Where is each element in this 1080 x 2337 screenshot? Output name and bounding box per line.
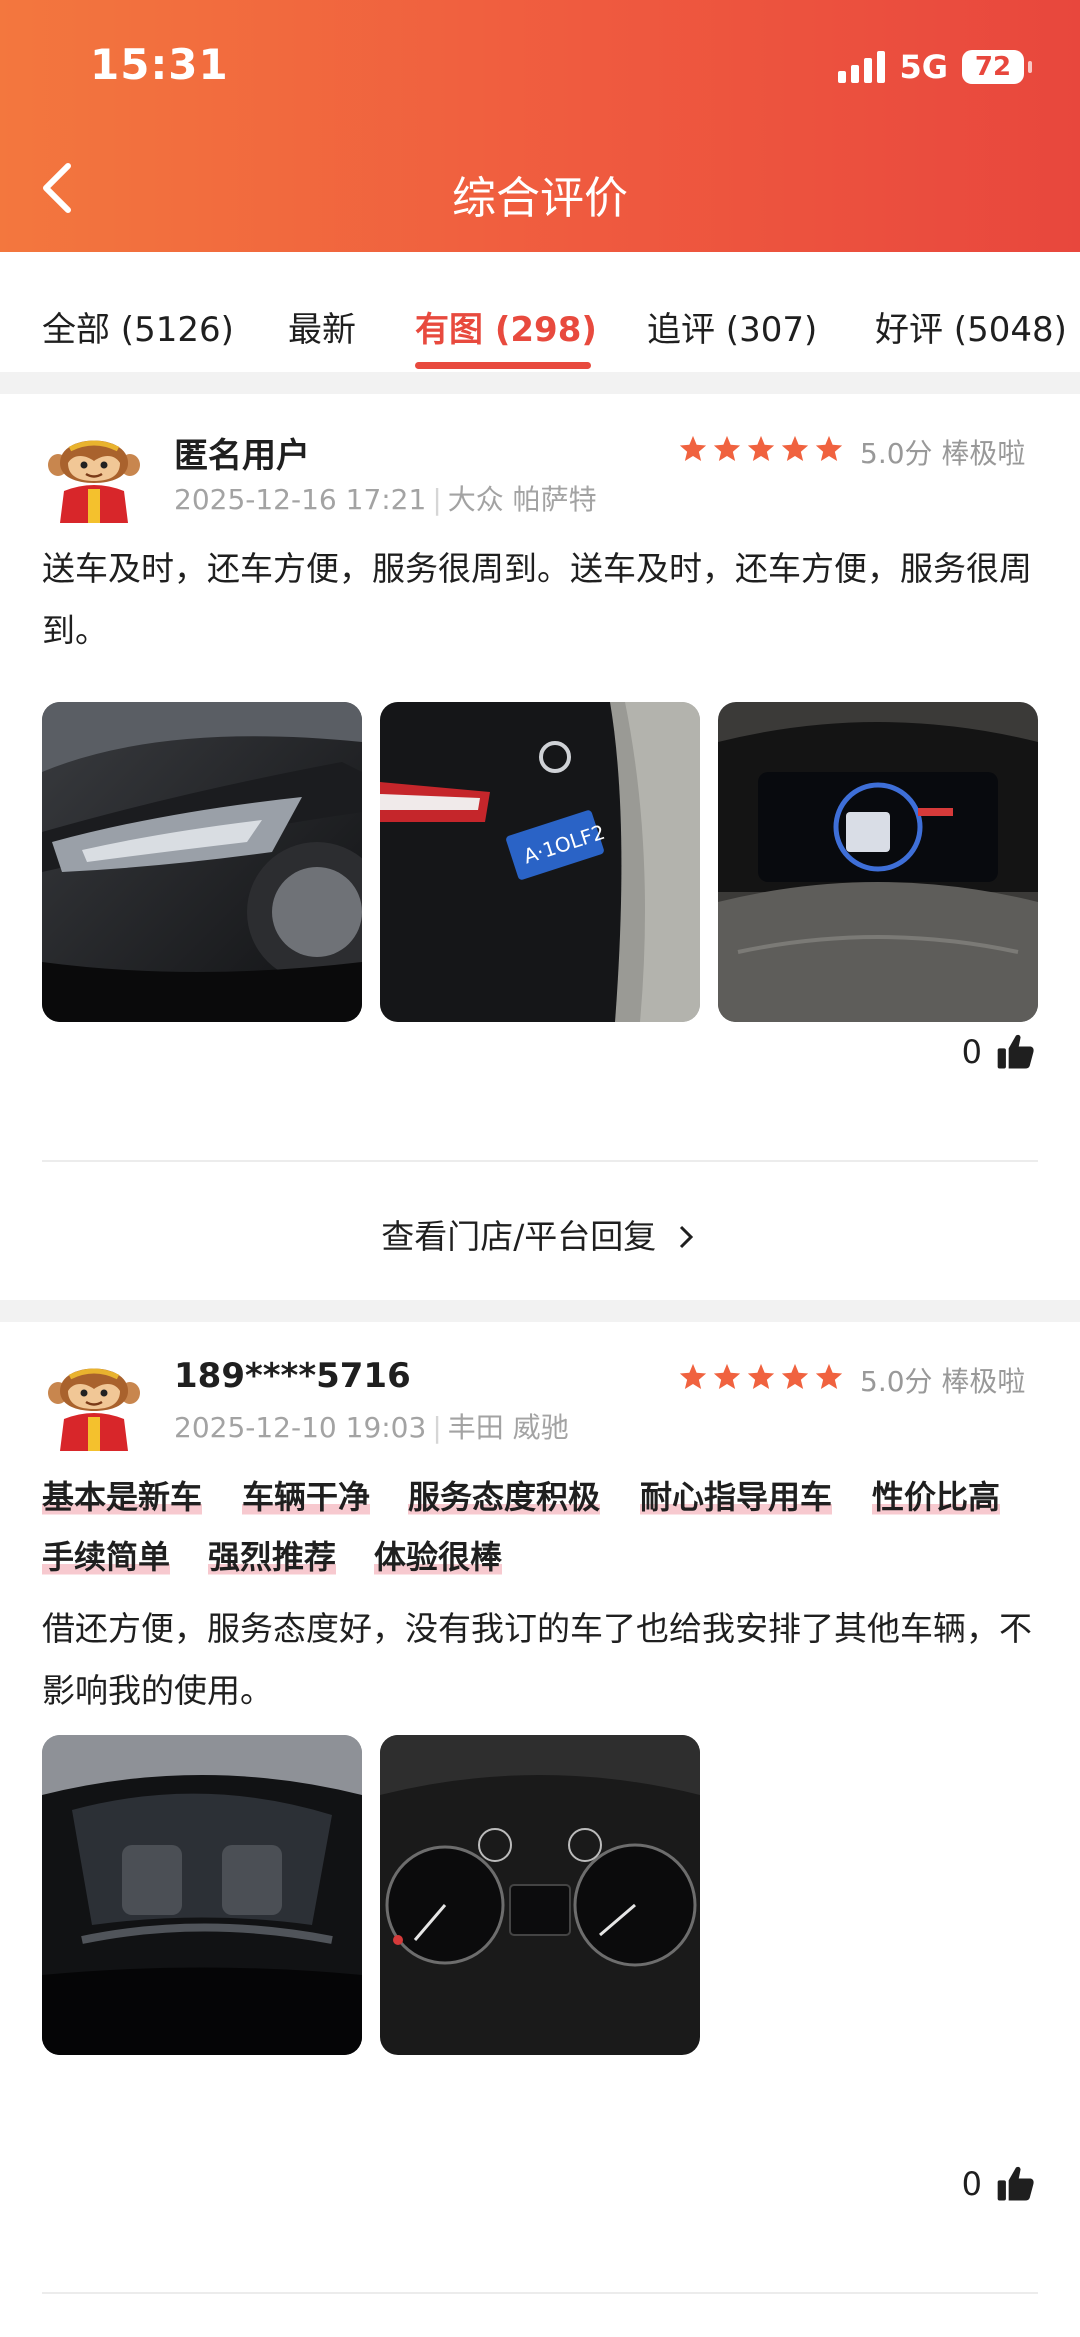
review-card: 匿名用户 2025-12-16 17:21 | 大众 帕萨特 5.0分 棒极啦 送车…: [0, 394, 1080, 1300]
rating-text: 5.0分 棒极啦: [860, 1365, 1026, 1398]
chevron-right-icon: [679, 1225, 693, 1249]
dashboard-photo[interactable]: [718, 702, 1038, 1022]
star-icon: [781, 435, 809, 461]
divider: [42, 1160, 1038, 1162]
review-meta: 2025-12-16 17:21 | 大众 帕萨特: [174, 483, 597, 516]
star-icon: [713, 1363, 741, 1389]
view-reply-link[interactable]: 查看门店/平台回复: [0, 1210, 1080, 1258]
review-datetime: 2025-12-16 17:21: [174, 483, 427, 516]
battery-icon: 72: [962, 50, 1032, 84]
reply-link-label: 查看门店/平台回复: [381, 1217, 657, 1256]
car-model: 丰田 威驰: [447, 1411, 569, 1444]
star-icon: [747, 1363, 775, 1389]
speedometer-photo[interactable]: [380, 1735, 700, 2055]
section-divider: [0, 372, 1080, 394]
star-icon: [679, 435, 707, 461]
like-counter[interactable]: 0: [962, 1030, 1038, 1074]
star-icon: [679, 1363, 707, 1389]
tab-positive[interactable]: 好评 (5048): [875, 302, 1067, 351]
review-tag: 耐心指导用车: [640, 1472, 833, 1518]
review-tag: 性价比高: [872, 1472, 1001, 1518]
review-tag: 服务态度积极: [408, 1472, 601, 1518]
star-icon: [747, 435, 775, 461]
star-icon: [713, 435, 741, 461]
review-content: 借还方便，服务态度好，没有我订的车了也给我安排了其他车辆，不影响我的使用。: [42, 1609, 1032, 1710]
tab-all[interactable]: 全部 (5126): [42, 302, 234, 351]
monkey-avatar-icon: [48, 1368, 140, 1451]
app-header: 15:31 5G 72 综合评价: [0, 0, 1080, 252]
review-meta: 2025-12-10 19:03 | 丰田 威驰: [174, 1411, 569, 1444]
review-card: 189****5716 2025-12-10 19:03 | 丰田 威驰 5.0分 …: [0, 1322, 1080, 2337]
star-icon: [815, 435, 843, 461]
tab-latest[interactable]: 最新: [288, 302, 356, 351]
page-title: 综合评价: [452, 173, 628, 224]
avatar[interactable]: [42, 1347, 146, 1451]
network-type: 5G: [899, 48, 948, 86]
divider: [42, 2292, 1038, 2294]
review-tag: 体验很棒: [374, 1532, 503, 1578]
review-tag: 车辆干净: [242, 1472, 371, 1518]
star-icon: [781, 1363, 809, 1389]
status-time: 15:31: [90, 40, 229, 89]
car-interior-photo[interactable]: [42, 1735, 362, 2055]
avatar[interactable]: [42, 419, 146, 523]
star-rating: [678, 1362, 844, 1392]
review-tags: 基本是新车 车辆干净 服务态度积极 耐心指导用车 性价比高 手续简单 强烈推荐 …: [42, 1472, 1042, 1592]
star-rating: [678, 434, 844, 464]
license-plate-photo[interactable]: A·1OLF2: [380, 702, 700, 1022]
monkey-avatar-icon: [48, 440, 140, 523]
signal-icon: [838, 51, 886, 83]
tab-follow-up[interactable]: 追评 (307): [647, 302, 817, 351]
like-count: 0: [961, 1033, 982, 1071]
thumbs-up-icon: [997, 2166, 1034, 2201]
star-icon: [815, 1363, 843, 1389]
filter-tabs: 全部 (5126) 最新 有图 (298) 追评 (307) 好评 (5048): [0, 252, 1080, 372]
like-count: 0: [961, 2165, 982, 2203]
username: 匿名用户: [174, 436, 310, 476]
rating-text: 5.0分 棒极啦: [860, 437, 1026, 470]
review-tag: 手续简单: [42, 1532, 171, 1578]
section-divider: [0, 1300, 1080, 1322]
like-counter[interactable]: 0: [962, 2162, 1038, 2206]
car-model: 大众 帕萨特: [447, 483, 597, 516]
active-tab-indicator: [415, 362, 591, 369]
tab-with-photos[interactable]: 有图 (298): [415, 302, 597, 351]
thumbs-up-icon: [997, 1034, 1034, 1069]
review-content: 送车及时，还车方便，服务很周到。送车及时，还车方便，服务很周到。: [42, 549, 1032, 650]
car-headlight-photo[interactable]: [42, 702, 362, 1022]
review-datetime: 2025-12-10 19:03: [174, 1411, 427, 1444]
username: 189****5716: [174, 1356, 411, 1396]
review-tag: 强烈推荐: [208, 1532, 337, 1578]
review-tag: 基本是新车: [42, 1472, 203, 1518]
status-indicators: 5G 72: [838, 48, 1032, 86]
